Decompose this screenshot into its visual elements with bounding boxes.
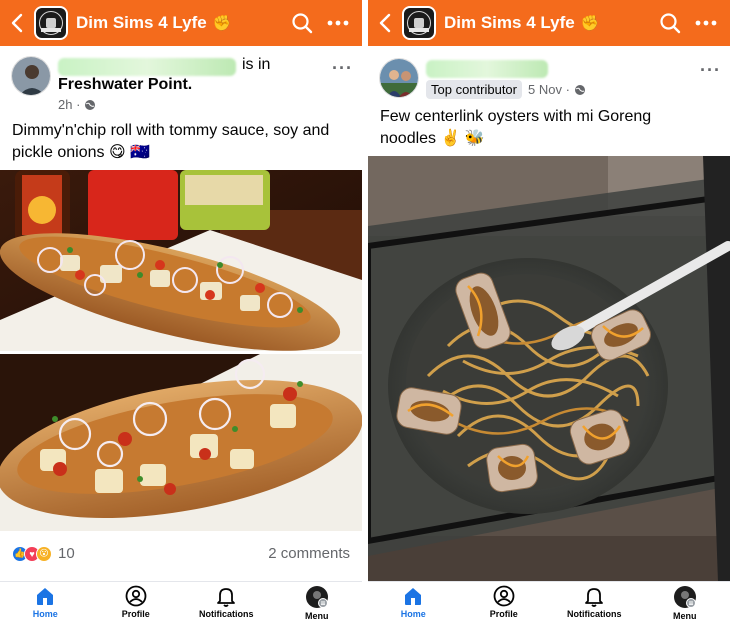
- back-button[interactable]: [368, 0, 402, 46]
- nav-notifications[interactable]: Notifications: [181, 582, 271, 624]
- group-name[interactable]: Dim Sims 4 Lyfe ✊: [76, 13, 231, 33]
- nav-profile[interactable]: Profile: [459, 582, 549, 624]
- nav-menu-label: Menu: [305, 611, 329, 621]
- right-post-screen: Dim Sims 4 Lyfe ✊ ··· Top contributor 5 …: [368, 0, 730, 624]
- author-avatar[interactable]: [379, 58, 419, 98]
- post-time: 2h ·: [58, 97, 81, 112]
- author-name-redacted: [58, 58, 236, 76]
- bell-icon: [217, 588, 236, 607]
- profile-icon: [125, 585, 147, 607]
- nav-home[interactable]: Home: [368, 582, 458, 624]
- author-name-redacted: [426, 60, 548, 78]
- bottom-navigation: Home Profile Notifications Menu: [368, 581, 730, 624]
- more-horizontal-icon: [695, 20, 717, 26]
- home-icon: [405, 588, 422, 605]
- post-options-button[interactable]: ···: [700, 60, 721, 81]
- reaction-summary[interactable]: 👍 ♥ 😮 10: [12, 545, 75, 562]
- post-options-button[interactable]: ···: [332, 58, 353, 79]
- search-icon: [660, 13, 681, 34]
- group-header-bar: Dim Sims 4 Lyfe ✊: [0, 0, 362, 46]
- chevron-left-icon: [379, 13, 391, 33]
- group-name-text: Dim Sims 4 Lyfe: [76, 13, 207, 32]
- wow-reaction-icon: 😮: [36, 545, 52, 562]
- comments-link[interactable]: 2 comments: [268, 545, 350, 562]
- search-button[interactable]: [284, 0, 320, 46]
- menu-avatar-icon: [673, 586, 696, 608]
- flexed-fist-emoji: ✊: [580, 15, 600, 32]
- more-options-button[interactable]: [688, 0, 724, 46]
- nav-home-label: Home: [32, 609, 58, 619]
- nav-profile-label: Profile: [121, 609, 150, 619]
- post-photo-1[interactable]: [0, 170, 362, 351]
- post-meta: Top contributor 5 Nov ·: [426, 80, 586, 99]
- nav-notifications-label: Notifications: [566, 609, 622, 619]
- globe-icon: [85, 99, 96, 110]
- author-avatar[interactable]: [11, 56, 51, 96]
- nav-menu[interactable]: Menu: [272, 582, 362, 624]
- nav-profile[interactable]: Profile: [91, 582, 181, 624]
- nav-menu[interactable]: Menu: [640, 582, 730, 624]
- group-name[interactable]: Dim Sims 4 Lyfe ✊: [444, 13, 599, 33]
- home-icon: [37, 588, 54, 605]
- nav-menu-label: Menu: [673, 611, 697, 621]
- profile-icon: [493, 585, 515, 607]
- menu-avatar-icon: [305, 586, 328, 608]
- group-logo[interactable]: [402, 6, 436, 40]
- bottom-navigation: Home Profile Notifications Menu: [0, 581, 362, 624]
- reaction-count: 10: [58, 545, 75, 562]
- nav-notifications[interactable]: Notifications: [549, 582, 639, 624]
- location-link[interactable]: Freshwater Point.: [58, 76, 192, 94]
- nav-notifications-label: Notifications: [198, 609, 254, 619]
- more-horizontal-icon: [327, 20, 349, 26]
- nav-profile-label: Profile: [489, 609, 518, 619]
- post-body: Dimmy'n'chip roll with tommy sauce, soy …: [12, 122, 330, 161]
- left-post-screen: Dim Sims 4 Lyfe ✊ is in ··· Freshwater P…: [0, 0, 362, 624]
- search-icon: [292, 13, 313, 34]
- action-text: is in: [242, 56, 271, 73]
- group-header-bar: Dim Sims 4 Lyfe ✊: [368, 0, 730, 46]
- globe-icon: [574, 84, 585, 95]
- flexed-fist-emoji: ✊: [212, 15, 232, 32]
- back-button[interactable]: [0, 0, 34, 46]
- search-button[interactable]: [652, 0, 688, 46]
- post-meta: 2h ·: [58, 97, 96, 112]
- group-name-text: Dim Sims 4 Lyfe: [444, 13, 575, 32]
- bell-icon: [585, 588, 604, 607]
- top-contributor-badge[interactable]: Top contributor: [426, 80, 522, 99]
- chevron-left-icon: [11, 13, 23, 33]
- more-options-button[interactable]: [320, 0, 356, 46]
- post-photo[interactable]: [368, 156, 730, 582]
- group-logo[interactable]: [34, 6, 68, 40]
- post-body: Few centerlink oysters with mi Goreng no…: [380, 108, 652, 147]
- post-time: 5 Nov ·: [528, 82, 570, 97]
- nav-home-label: Home: [400, 609, 426, 619]
- nav-home[interactable]: Home: [0, 582, 90, 624]
- post-photo-2[interactable]: [0, 354, 362, 531]
